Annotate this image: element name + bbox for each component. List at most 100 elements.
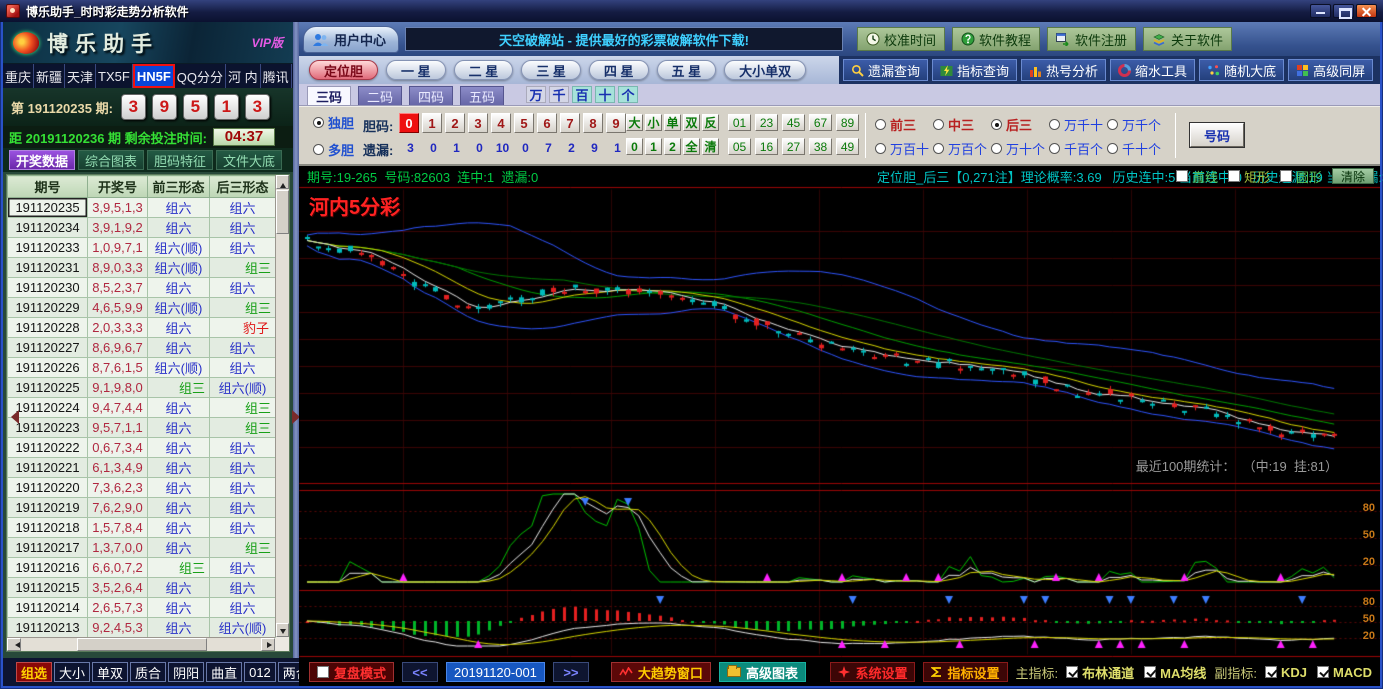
advanced-chart-button[interactable]: 高级图表	[719, 662, 806, 682]
scroll-right-icon[interactable]	[261, 638, 275, 651]
vertical-scroll-thumb[interactable]	[276, 190, 289, 234]
table-row[interactable]: 191120226 8,7,6,1,5 组六(顺) 组六	[8, 358, 276, 378]
scroll-down-icon[interactable]	[276, 623, 289, 637]
table-row[interactable]: 191120235 3,9,5,1,3 组六 组六	[8, 198, 276, 218]
quick-filter-button[interactable]: 1	[645, 138, 662, 155]
position-combo-radio[interactable]: 万百十	[875, 139, 933, 158]
table-row[interactable]: 191120215 3,5,2,6,4 组六 组六	[8, 578, 276, 598]
pair-button[interactable]: 45	[782, 114, 805, 131]
table-row[interactable]: 191120216 6,6,0,7,2 组三 组六	[8, 558, 276, 578]
digit-button[interactable]: 6	[537, 113, 557, 133]
left-data-tab[interactable]: 综合图表	[78, 150, 144, 170]
table-row[interactable]: 191120225 9,1,9,8,0 组三 组六(顺)	[8, 378, 276, 398]
position-combo-radio[interactable]: 万百个	[933, 139, 991, 158]
collapse-left-arrow-icon[interactable]	[4, 410, 19, 424]
left-data-tab[interactable]: 开奖数据	[9, 150, 75, 170]
star-tab[interactable]: 定位胆	[309, 60, 378, 80]
pair-button[interactable]: 01	[728, 114, 751, 131]
table-row[interactable]: 191120219 7,6,2,9,0 组六 组六	[8, 498, 276, 518]
omission-query-button[interactable]: 遗漏查询	[843, 59, 928, 81]
position-chip[interactable]: 千	[549, 86, 569, 103]
table-row[interactable]: 191120220 7,3,6,2,3 组六 组六	[8, 478, 276, 498]
table-row[interactable]: 191120234 3,9,1,9,2 组六 组六	[8, 218, 276, 238]
clear-button[interactable]: 清除	[1332, 168, 1374, 184]
analysis-mode-tab[interactable]: 质合	[130, 662, 166, 682]
tutorial-button[interactable]: 软件教程	[952, 27, 1040, 51]
trend-chart-canvas[interactable]	[299, 186, 1380, 658]
region-tab[interactable]: 天津	[65, 64, 96, 88]
analysis-mode-tab[interactable]: 曲直	[206, 662, 242, 682]
replay-mode-toggle[interactable]: 复盘模式	[309, 662, 394, 682]
trend-window-button[interactable]: 大趋势窗口	[611, 662, 711, 682]
quick-filter-button[interactable]: 大	[626, 114, 643, 131]
digit-button[interactable]: 1	[422, 113, 442, 133]
scroll-up-icon[interactable]	[276, 175, 289, 189]
pair-button[interactable]: 89	[836, 114, 859, 131]
draw-tool-checkbox[interactable]: 圆形	[1280, 167, 1322, 186]
analysis-mode-tab[interactable]: 单双	[92, 662, 128, 682]
minimize-button[interactable]	[1310, 4, 1331, 18]
region-tab[interactable]: HN5F	[133, 64, 175, 88]
indicator-query-button[interactable]: 指标查询	[932, 59, 1017, 81]
table-row[interactable]: 191120230 8,5,2,3,7 组六 组六	[8, 278, 276, 298]
star-tab[interactable]: 三 星	[521, 60, 581, 80]
user-center-button[interactable]: 用户中心	[303, 26, 399, 53]
region-tab[interactable]: 新疆	[34, 64, 65, 88]
indicator-checkbox[interactable]: KDJ	[1265, 665, 1307, 680]
table-row[interactable]: 191120218 1,5,7,8,4 组六 组六	[8, 518, 276, 538]
table-row[interactable]: 191120231 8,9,0,3,3 组六(顺) 组三	[8, 258, 276, 278]
quick-filter-button[interactable]: 小	[645, 114, 662, 131]
quick-filter-button[interactable]: 2	[664, 138, 681, 155]
table-row[interactable]: 191120223 9,5,7,1,1 组六 组三	[8, 418, 276, 438]
digit-button[interactable]: 4	[491, 113, 511, 133]
code-tab[interactable]: 二码	[358, 86, 402, 105]
range-radio[interactable]: 前三	[875, 115, 933, 134]
star-tab[interactable]: 四 星	[589, 60, 649, 80]
digit-button[interactable]: 7	[560, 113, 580, 133]
draw-tool-checkbox[interactable]: 矩形	[1228, 167, 1270, 186]
position-combo-radio[interactable]: 千百个	[1049, 139, 1107, 158]
next-issue-button[interactable]: >>	[553, 662, 589, 682]
draw-tool-checkbox[interactable]: 直线	[1176, 167, 1218, 186]
dan-mode-radio[interactable]: 独胆	[313, 113, 354, 132]
pair-button[interactable]: 49	[836, 138, 859, 155]
table-row[interactable]: 191120233 1,0,9,7,1 组六(顺) 组六	[8, 238, 276, 258]
left-data-tab[interactable]: 胆码特征	[147, 150, 213, 170]
star-tab[interactable]: 大小单双	[724, 60, 806, 80]
filter-tool-button[interactable]: 缩水工具	[1110, 59, 1195, 81]
position-chip[interactable]: 百	[572, 86, 592, 103]
pair-button[interactable]: 23	[755, 114, 778, 131]
pair-button[interactable]: 16	[755, 138, 778, 155]
analysis-mode-tab[interactable]: 大小	[54, 662, 90, 682]
about-button[interactable]: 关于软件	[1143, 27, 1232, 51]
digit-button[interactable]: 9	[606, 113, 626, 133]
system-settings-button[interactable]: 系统设置	[830, 662, 915, 682]
table-row[interactable]: 191120227 8,6,9,6,7 组六 组六	[8, 338, 276, 358]
table-row[interactable]: 191120222 0,6,7,3,4 组六 组六	[8, 438, 276, 458]
position-combo-radio[interactable]: 万千个	[1107, 115, 1165, 134]
hot-number-analysis-button[interactable]: 热号分析	[1021, 59, 1106, 81]
code-tab[interactable]: 三码	[307, 86, 351, 105]
indicator-settings-button[interactable]: 指标设置	[923, 662, 1007, 682]
quick-filter-button[interactable]: 双	[683, 114, 700, 131]
horizontal-scrollbar[interactable]	[7, 637, 275, 651]
calibrate-time-button[interactable]: 校准时间	[857, 27, 945, 51]
quick-filter-button[interactable]: 反	[702, 114, 719, 131]
analysis-mode-tab[interactable]: 阴阳	[168, 662, 204, 682]
scroll-left-icon[interactable]	[7, 638, 21, 651]
prev-issue-button[interactable]: <<	[402, 662, 438, 682]
star-tab[interactable]: 二 星	[454, 60, 514, 80]
register-button[interactable]: 软件注册	[1047, 27, 1136, 51]
announcement-marquee[interactable]: 天空破解站 - 提供最好的彩票破解软件下载!	[405, 27, 843, 51]
digit-button[interactable]: 2	[445, 113, 465, 133]
region-tab[interactable]: TX5F	[96, 64, 133, 88]
indicator-checkbox[interactable]: 布林通道	[1066, 663, 1134, 682]
quick-filter-button[interactable]: 全	[683, 138, 700, 155]
region-tab[interactable]: 腾讯	[261, 64, 292, 88]
number-button[interactable]: 号码	[1190, 123, 1244, 147]
analysis-mode-tab[interactable]: 012	[244, 662, 276, 682]
pair-button[interactable]: 67	[809, 114, 832, 131]
position-chip[interactable]: 十	[595, 86, 615, 103]
range-radio[interactable]: 后三	[991, 115, 1049, 134]
indicator-checkbox[interactable]: MACD	[1317, 665, 1372, 680]
